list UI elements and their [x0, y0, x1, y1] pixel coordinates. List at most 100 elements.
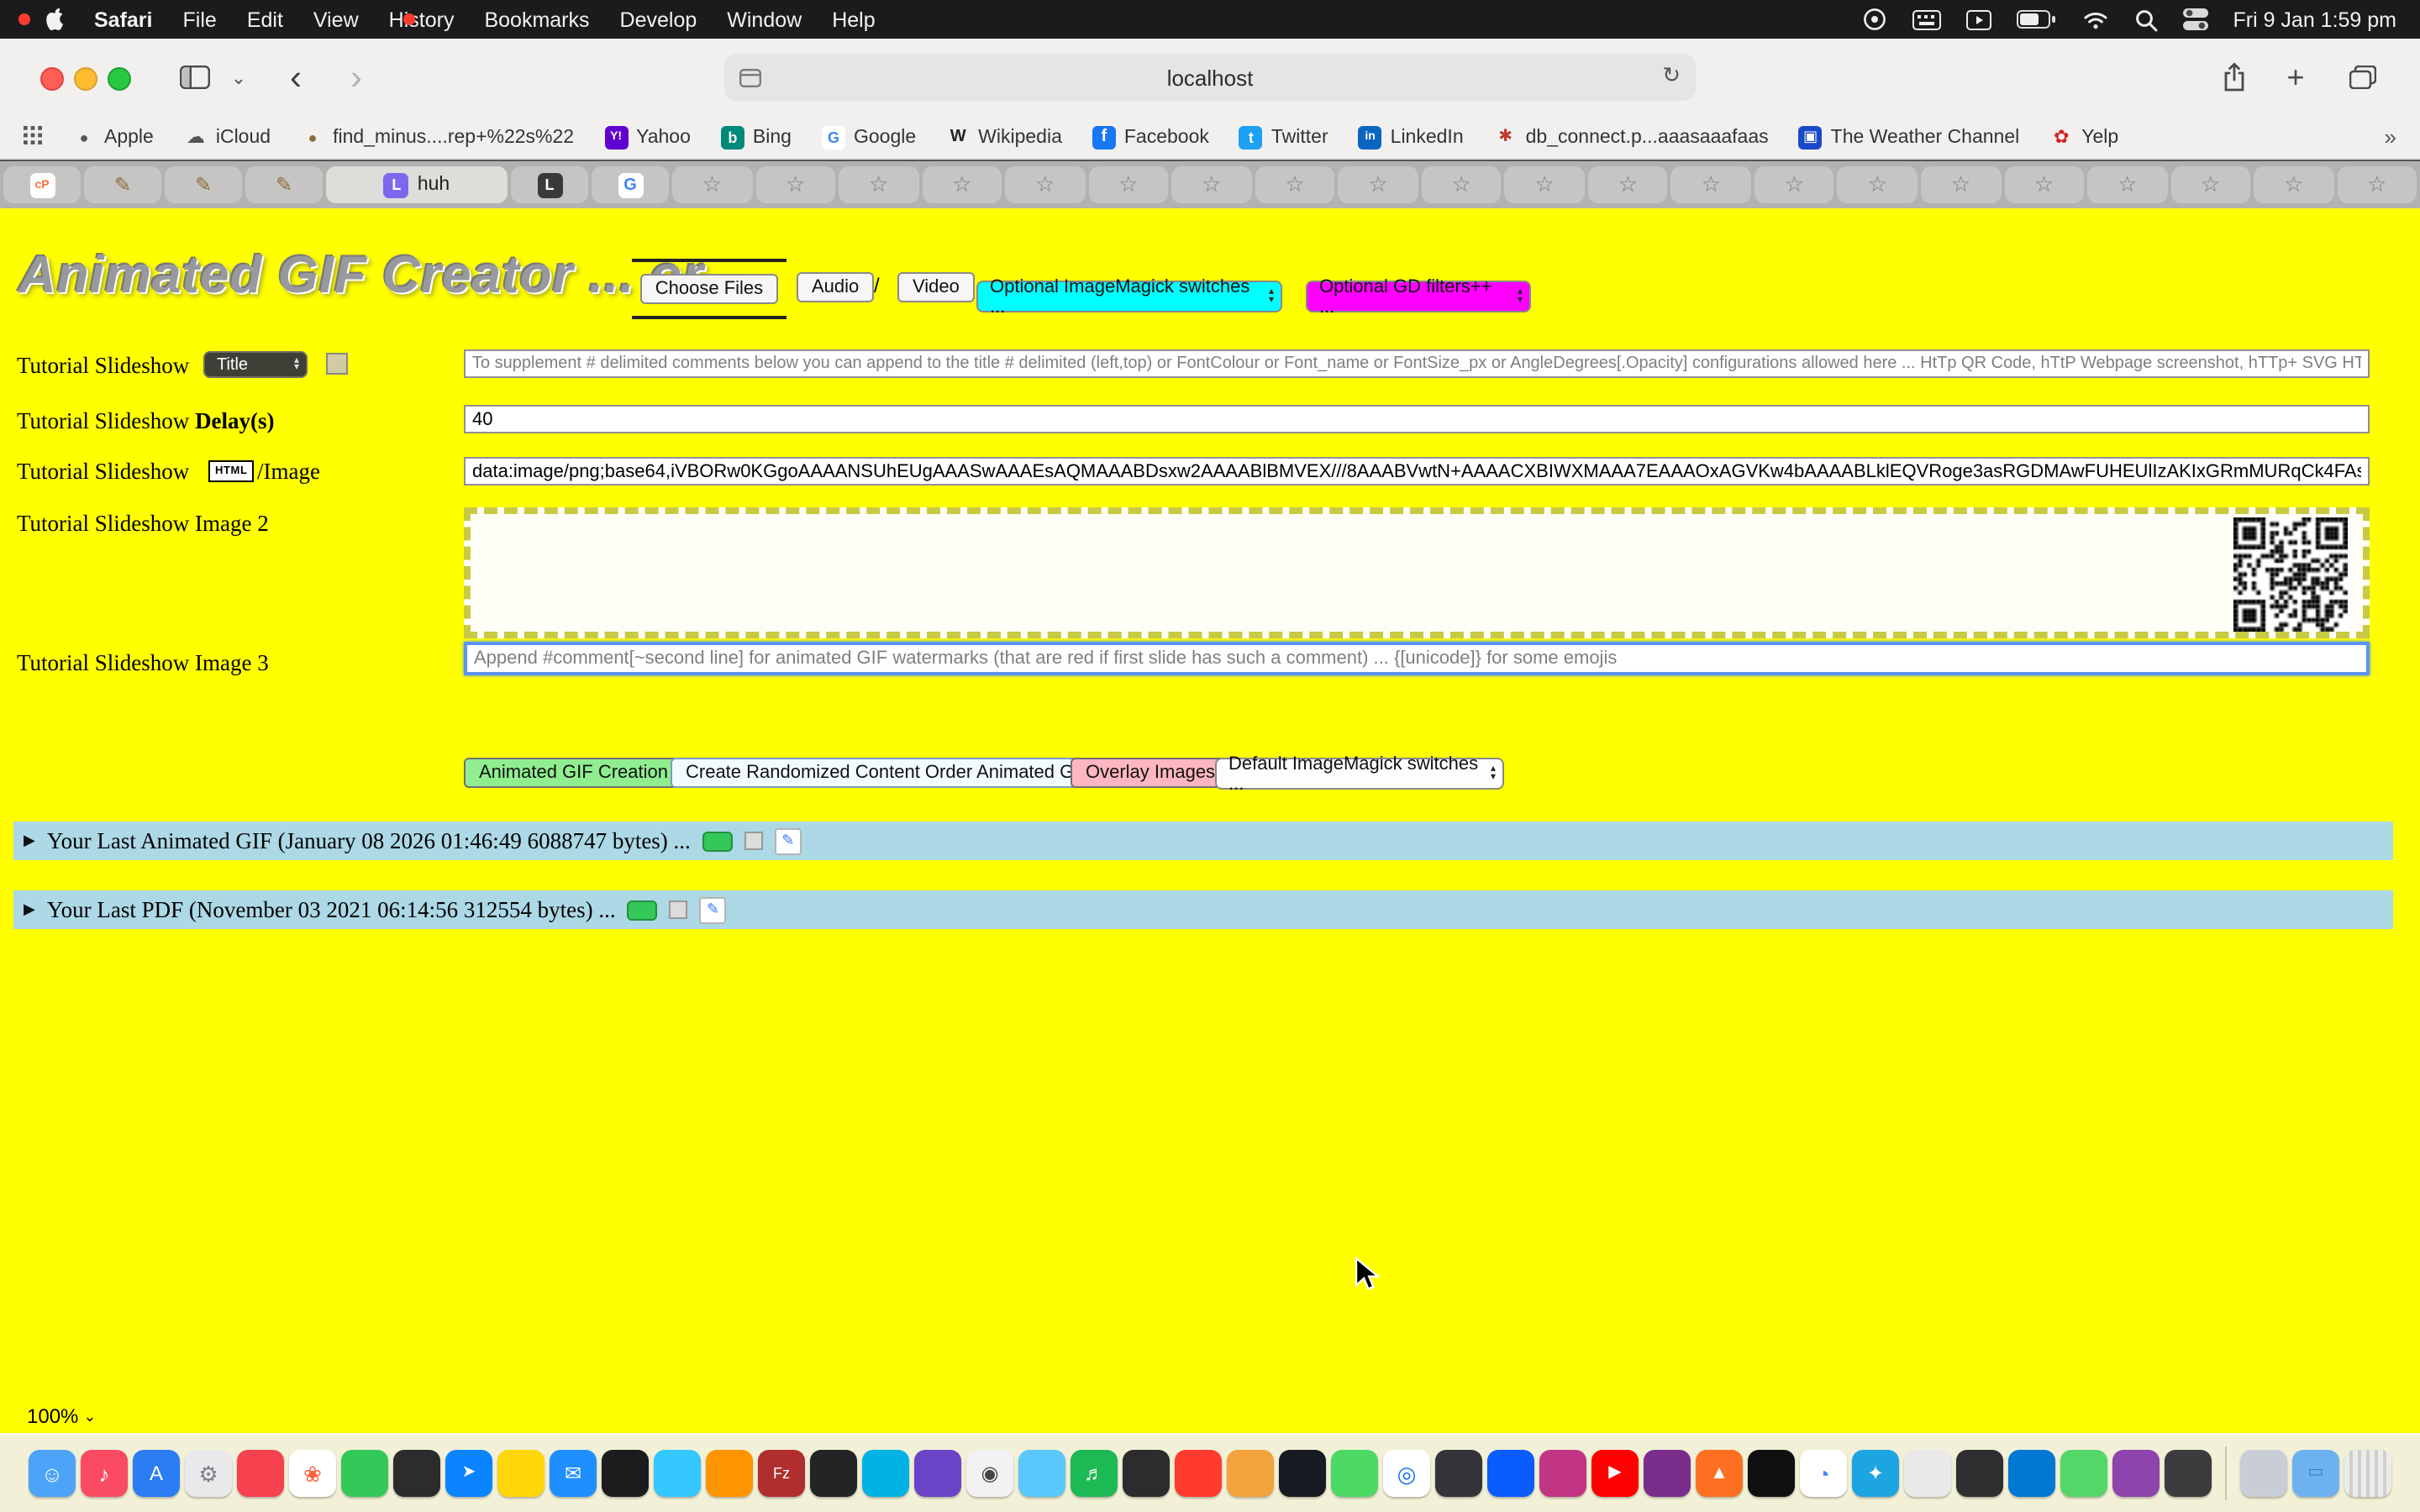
video-button[interactable]: Video	[897, 272, 975, 302]
small-badge-icon[interactable]	[670, 900, 688, 919]
page-zoom-control[interactable]: 100% ⌄	[27, 1404, 97, 1428]
dock-icon[interactable]	[810, 1450, 857, 1497]
image2-drop-zone[interactable]	[464, 507, 2370, 638]
small-badge-icon[interactable]	[744, 832, 763, 850]
dock-icon[interactable]: ⚙	[185, 1450, 232, 1497]
dock-icon[interactable]	[237, 1450, 284, 1497]
spotlight-search-icon[interactable]	[2133, 8, 2157, 31]
menu-item[interactable]: Help	[817, 8, 890, 31]
color-swatch-button[interactable]	[326, 353, 348, 375]
dock-icon[interactable]	[654, 1450, 701, 1497]
control-center-icon[interactable]	[2182, 7, 2207, 32]
keyboard-icon[interactable]	[1912, 9, 1940, 29]
gif-badge-icon[interactable]	[702, 831, 733, 851]
edit-icon[interactable]: ✎	[775, 827, 802, 854]
back-button[interactable]: ‹	[279, 39, 313, 116]
dock-icon[interactable]	[2165, 1450, 2212, 1497]
watermark-comment-input[interactable]	[464, 642, 2370, 675]
pdf-badge-icon[interactable]	[628, 900, 658, 920]
page-settings-icon[interactable]	[739, 67, 761, 92]
default-imagemagick-select[interactable]: Default ImageMagick switches ... ▴▾	[1215, 758, 1504, 790]
bookmark-item[interactable]: ✿ Yelp	[2049, 125, 2118, 149]
randomized-gif-button[interactable]: Create Randomized Content Order Animated…	[671, 758, 1106, 788]
dock-icon[interactable]	[393, 1450, 440, 1497]
title-select[interactable]: Title ▴▾	[203, 351, 308, 378]
dock-icon[interactable]: A	[133, 1450, 180, 1497]
choose-files-button[interactable]: Choose Files	[640, 274, 778, 304]
dock-icon[interactable]	[2060, 1450, 2107, 1497]
dock-icon[interactable]: ▭	[2292, 1450, 2339, 1497]
dock-icon[interactable]	[1644, 1450, 1691, 1497]
bookmark-item[interactable]: b Bing	[721, 125, 792, 149]
dock-icon[interactable]: ♬	[1071, 1450, 1118, 1497]
dock-icon[interactable]: ☺	[29, 1450, 76, 1497]
browser-tab[interactable]: ✎	[165, 166, 242, 203]
browser-tab[interactable]: ☆	[1422, 166, 1502, 203]
dock-icon[interactable]	[1539, 1450, 1586, 1497]
dock-icon[interactable]	[497, 1450, 544, 1497]
dock-icon[interactable]: ✦	[1852, 1450, 1899, 1497]
dock-icon[interactable]	[1748, 1450, 1795, 1497]
dock-icon[interactable]	[706, 1450, 753, 1497]
browser-tab[interactable]: ☆	[2087, 166, 2167, 203]
menu-item[interactable]: File	[168, 8, 232, 31]
browser-tab[interactable]: ☆	[2337, 166, 2417, 203]
browser-tab[interactable]: cP	[3, 166, 81, 203]
dock-icon[interactable]: ▶	[1591, 1450, 1639, 1497]
imagemagick-switches-select[interactable]: Optional ImageMagick switches ... ▴▾	[976, 281, 1282, 312]
sidebar-chevron-icon[interactable]: ⌄	[225, 39, 252, 116]
dock-icon[interactable]	[1175, 1450, 1222, 1497]
dock-icon[interactable]: ◎	[1383, 1450, 1430, 1497]
screen-mirroring-icon[interactable]	[1965, 9, 1991, 29]
browser-tab[interactable]: ✎	[84, 166, 161, 203]
menu-item[interactable]: Window	[712, 8, 817, 31]
minimize-window-button[interactable]	[74, 67, 97, 91]
menu-item[interactable]: Develop	[605, 8, 713, 31]
browser-tab[interactable]: ☆	[839, 166, 918, 203]
apple-menu[interactable]	[44, 7, 66, 32]
gd-filters-select[interactable]: Optional GD filters++ ... ▴▾	[1306, 281, 1531, 312]
browser-tab[interactable]: ☆	[672, 166, 752, 203]
dock-icon[interactable]: ◔	[1800, 1450, 1847, 1497]
dock-icon[interactable]: ▲	[1696, 1450, 1743, 1497]
forward-button[interactable]: ›	[339, 39, 373, 116]
browser-tab[interactable]: ☆	[1255, 166, 1334, 203]
browser-tab[interactable]: ☆	[1505, 166, 1585, 203]
animated-gif-creation-button[interactable]: Animated GIF Creation	[464, 758, 683, 788]
disclosure-triangle-icon[interactable]: ▶	[24, 900, 35, 919]
browser-tab[interactable]: L huh	[326, 166, 508, 203]
browser-tab[interactable]: ☆	[1005, 166, 1085, 203]
bookmark-item[interactable]: ☁ iCloud	[184, 125, 271, 149]
bookmark-item[interactable]: Y! Yahoo	[604, 125, 691, 149]
dock-icon[interactable]	[1956, 1450, 2003, 1497]
browser-tab[interactable]: ☆	[1838, 166, 1918, 203]
bookmark-item[interactable]: t Twitter	[1239, 125, 1328, 149]
browser-tab[interactable]: ☆	[1339, 166, 1418, 203]
browser-tab[interactable]: ✎	[245, 166, 323, 203]
last-pdf-disclosure[interactable]: ▶ Your Last PDF (November 03 2021 06:14:…	[13, 890, 2393, 929]
last-gif-disclosure[interactable]: ▶ Your Last Animated GIF (January 08 202…	[13, 822, 2393, 860]
dock-icon[interactable]: ➤	[445, 1450, 492, 1497]
bookmark-item[interactable]: f Facebook	[1092, 125, 1209, 149]
menu-bar-clock[interactable]: Fri 9 Jan 1:59 pm	[2233, 8, 2396, 31]
wifi-icon[interactable]	[2081, 9, 2108, 29]
bookmark-item[interactable]: ● Apple	[72, 125, 154, 149]
bookmark-item[interactable]: ✱ db_connect.p...aaasaaafaas	[1494, 125, 1769, 149]
tab-overview-icon[interactable]	[2343, 39, 2383, 116]
browser-tab[interactable]: ☆	[1921, 166, 2001, 203]
bookmark-item[interactable]: in LinkedIn	[1359, 125, 1464, 149]
reload-icon[interactable]: ↻	[1662, 62, 1681, 89]
new-tab-button[interactable]: +	[2279, 39, 2312, 116]
menu-item[interactable]: Bookmarks	[469, 8, 604, 31]
dock-icon[interactable]: ◉	[966, 1450, 1013, 1497]
dock-icon[interactable]	[862, 1450, 909, 1497]
browser-tab[interactable]: ☆	[922, 166, 1002, 203]
bookmark-item[interactable]: ▣ The Weather Channel	[1799, 125, 2020, 149]
dock-icon[interactable]	[1227, 1450, 1274, 1497]
browser-tab[interactable]: ☆	[1588, 166, 1668, 203]
dock-icon[interactable]	[602, 1450, 649, 1497]
dock-icon[interactable]	[1904, 1450, 1951, 1497]
address-bar[interactable]: localhost ↻	[724, 54, 1696, 101]
menu-item[interactable]: History	[374, 8, 470, 31]
menu-item[interactable]: View	[298, 8, 374, 31]
